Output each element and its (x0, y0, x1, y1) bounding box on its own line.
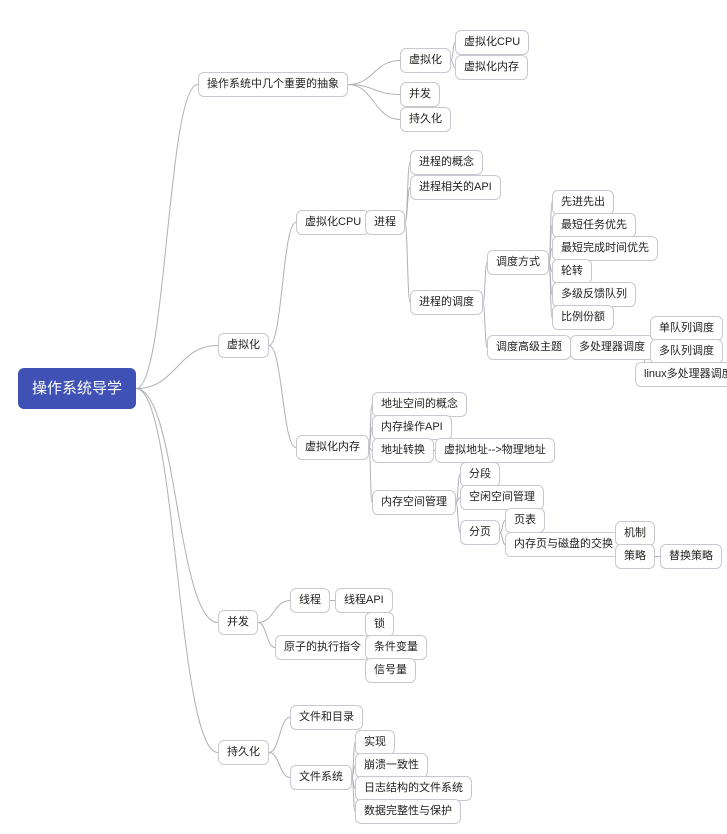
node-sched-propshare: 比例份额 (552, 305, 614, 330)
node-semaphore: 信号量 (365, 658, 416, 683)
node-persistence: 持久化 (218, 740, 269, 765)
node-abs-virtualization: 虚拟化 (400, 48, 451, 73)
node-virt-mem: 虚拟化内存 (296, 435, 369, 460)
node-abs-concurrency: 并发 (400, 82, 440, 107)
node-abs-persistence: 持久化 (400, 107, 451, 132)
node-multiprocessor: 多处理器调度 (570, 335, 654, 360)
node-mp-single: 单队列调度 (650, 316, 723, 341)
node-fs-log: 日志结构的文件系统 (355, 776, 472, 801)
node-fs-integrity: 数据完整性与保护 (355, 799, 461, 824)
node-virtualization: 虚拟化 (218, 333, 269, 358)
node-sched-fifo: 先进先出 (552, 190, 614, 215)
node-lock: 锁 (365, 612, 394, 637)
node-addr-translate: 地址转换 (372, 438, 434, 463)
node-swap-policy: 策略 (615, 544, 655, 569)
node-sched-rr: 轮转 (552, 259, 592, 284)
node-mp-linux: linux多处理器调度 (635, 362, 727, 387)
node-sched-adv: 调度高级主题 (487, 335, 571, 360)
node-thread-api: 线程API (335, 588, 393, 613)
node-swap: 内存页与磁盘的交换 (505, 532, 622, 557)
node-process: 进程 (365, 210, 405, 235)
node-replace-policy: 替换策略 (660, 544, 722, 569)
node-thread: 线程 (290, 588, 330, 613)
node-swap-mech: 机制 (615, 521, 655, 546)
mindmap-edges (0, 0, 727, 834)
node-process-sched: 进程的调度 (410, 290, 483, 315)
node-mp-multi: 多队列调度 (650, 339, 723, 364)
node-condvar: 条件变量 (365, 635, 427, 660)
node-abs-virt-cpu: 虚拟化CPU (455, 30, 529, 55)
node-freespace: 空闲空间管理 (460, 485, 544, 510)
node-process-concept: 进程的概念 (410, 150, 483, 175)
node-sched-mode: 调度方式 (487, 250, 549, 275)
node-paging: 分页 (460, 520, 500, 545)
node-addrspace-concept: 地址空间的概念 (372, 392, 467, 417)
node-sched-stcf: 最短完成时间优先 (552, 236, 658, 261)
node-sched-mlfq: 多级反馈队列 (552, 282, 636, 307)
node-mem-api: 内存操作API (372, 415, 452, 440)
node-pagetable: 页表 (505, 508, 545, 533)
node-atomic: 原子的执行指令 (275, 635, 370, 660)
node-abs-virt-mem: 虚拟化内存 (455, 55, 528, 80)
node-abstractions: 操作系统中几个重要的抽象 (198, 72, 348, 97)
node-process-api: 进程相关的API (410, 175, 501, 200)
node-fs-crash: 崩溃一致性 (355, 753, 428, 778)
node-filesystem: 文件系统 (290, 765, 352, 790)
node-memspace-mgmt: 内存空间管理 (372, 490, 456, 515)
node-fs-impl: 实现 (355, 730, 395, 755)
node-segmentation: 分段 (460, 462, 500, 487)
node-files-dirs: 文件和目录 (290, 705, 363, 730)
node-sched-sjf: 最短任务优先 (552, 213, 636, 238)
root-node: 操作系统导学 (18, 368, 136, 409)
node-addr-translate-detail: 虚拟地址-->物理地址 (435, 438, 555, 463)
node-concurrency: 并发 (218, 610, 258, 635)
node-virt-cpu: 虚拟化CPU (296, 210, 370, 235)
